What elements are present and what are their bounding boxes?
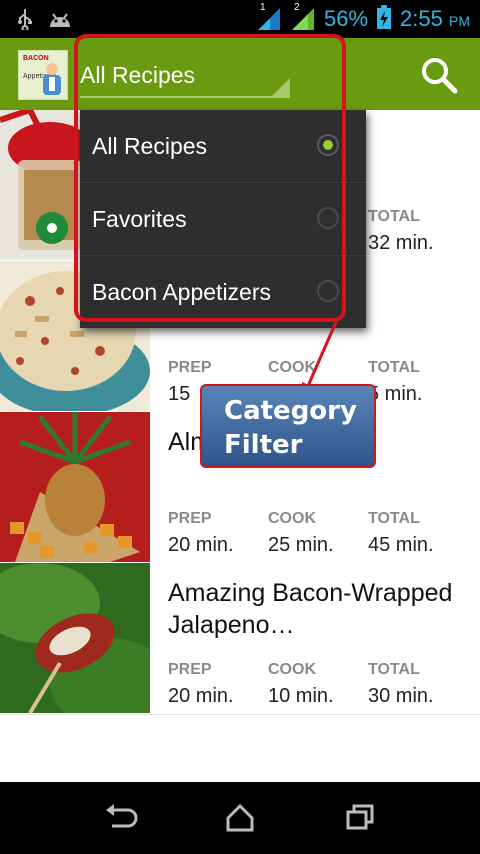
cook-header: COOK bbox=[268, 359, 316, 376]
signal-2-icon: 2 bbox=[290, 2, 316, 32]
total-time: TOTAL 32 min. bbox=[368, 208, 434, 255]
recipe-thumbnail bbox=[0, 412, 150, 562]
app-logo-icon[interactable]: BACON Appetizers bbox=[18, 50, 68, 100]
back-button[interactable] bbox=[98, 798, 142, 838]
total-value: 5 min. bbox=[368, 383, 423, 405]
total-header: TOTAL bbox=[368, 661, 420, 678]
signal-1-label: 1 bbox=[260, 2, 266, 13]
home-button[interactable] bbox=[218, 798, 262, 838]
total-value: 30 min. bbox=[368, 685, 434, 707]
recipe-row[interactable]: Amazing Bacon-Wrapped Jalapeno… PREP 20 … bbox=[0, 563, 480, 715]
annotation-highlight-box bbox=[74, 34, 346, 322]
battery-charging-icon bbox=[376, 4, 392, 34]
clock-time: 2:55 bbox=[400, 6, 443, 31]
home-icon bbox=[226, 803, 254, 832]
recent-apps-button[interactable] bbox=[338, 798, 382, 838]
prep-value: 20 min. bbox=[168, 685, 234, 707]
annotation-callout: Category Filter bbox=[200, 384, 376, 468]
search-button[interactable] bbox=[418, 54, 460, 96]
prep-header: PREP bbox=[168, 510, 212, 527]
usb-icon bbox=[16, 8, 34, 34]
callout-line-2: Filter bbox=[224, 430, 303, 460]
cook-time: COOK 10 min. bbox=[268, 661, 334, 708]
cook-header: COOK bbox=[268, 661, 316, 678]
navigation-bar bbox=[0, 782, 480, 854]
cook-value: 25 min. bbox=[268, 534, 334, 556]
search-icon bbox=[422, 58, 458, 94]
recipe-thumbnail bbox=[0, 563, 150, 713]
total-time: TOTAL 30 min. bbox=[368, 661, 434, 708]
total-time: TOTAL 5 min. bbox=[368, 359, 422, 406]
total-header: TOTAL bbox=[368, 208, 420, 225]
clock: 2:55 PM bbox=[400, 6, 470, 32]
total-value: 45 min. bbox=[368, 534, 434, 556]
prep-header: PREP bbox=[168, 359, 212, 376]
prep-value: 20 min. bbox=[168, 534, 234, 556]
cook-value: 10 min. bbox=[268, 685, 334, 707]
total-value: 32 min. bbox=[368, 232, 434, 254]
prep-header: PREP bbox=[168, 661, 212, 678]
status-bar: 1 2 56% 2:55 PM bbox=[0, 0, 480, 38]
android-debug-icon bbox=[48, 9, 72, 33]
cook-header: COOK bbox=[268, 510, 316, 527]
recent-apps-icon bbox=[346, 804, 374, 830]
total-header: TOTAL bbox=[368, 359, 420, 376]
recipe-title: Amazing Bacon-Wrapped Jalapeno… bbox=[168, 579, 453, 639]
back-icon bbox=[106, 804, 138, 828]
prep-time: PREP 20 min. bbox=[168, 661, 234, 708]
battery-percent: 56% bbox=[324, 6, 369, 31]
total-header: TOTAL bbox=[368, 510, 420, 527]
total-time: TOTAL 45 min. bbox=[368, 510, 434, 557]
cook-time: COOK bbox=[268, 359, 316, 383]
signal-2-label: 2 bbox=[294, 2, 300, 13]
clock-ampm: PM bbox=[449, 13, 470, 29]
signal-1-icon: 1 bbox=[256, 2, 282, 32]
cook-time: COOK 25 min. bbox=[268, 510, 334, 557]
callout-line-1: Category bbox=[224, 396, 357, 426]
prep-time: PREP 20 min. bbox=[168, 510, 234, 557]
